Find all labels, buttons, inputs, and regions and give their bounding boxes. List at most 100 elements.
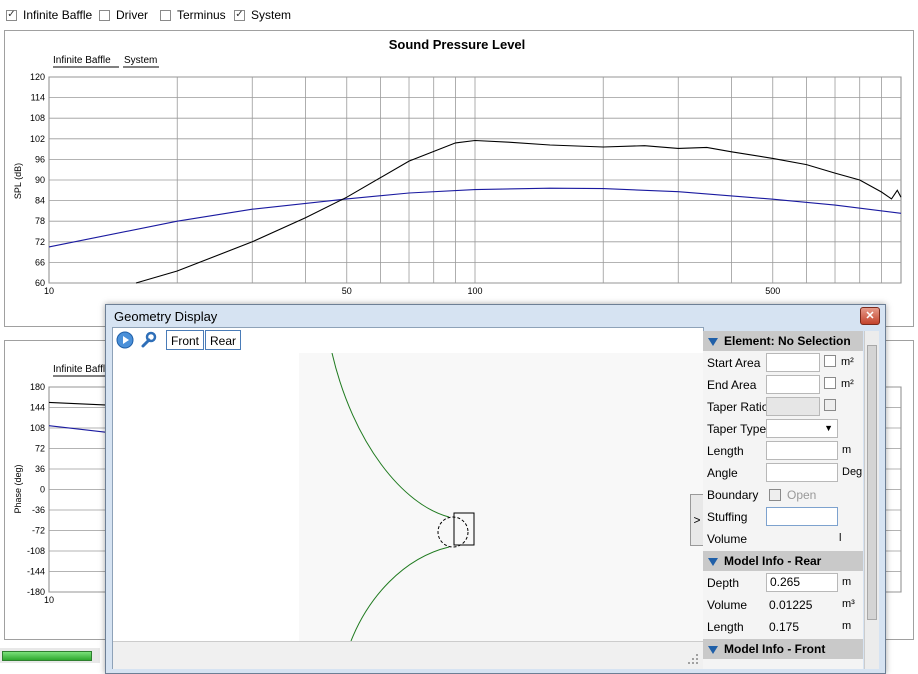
y-tick-label: 144 [30,403,45,413]
checkbox-label: System [251,8,292,22]
collapse-triangle-icon [708,645,718,654]
length-label: Length [707,444,744,458]
rear-section-header[interactable]: Model Info - Rear [703,551,863,571]
start-area-checkbox[interactable] [824,355,836,367]
section-title: Model Info - Rear [724,554,822,568]
taper-ratio-checkbox[interactable] [824,399,836,411]
x-tick-label: 10 [44,286,54,296]
angle-label: Angle [707,466,738,480]
wrench-icon[interactable] [139,331,157,349]
unit-label: m² [841,356,854,368]
chart-grid [48,76,902,284]
chart-title: Sound Pressure Level [389,37,526,52]
y-tick-label: 78 [35,216,45,226]
y-tick-label: -144 [27,567,45,577]
y-tick-label: 96 [35,154,45,164]
angle-input[interactable] [766,463,838,482]
y-tick-label: 72 [35,237,45,247]
checkbox-driver[interactable]: Driver [99,8,148,22]
stuffing-label: Stuffing [707,510,748,524]
boundary-open-checkbox[interactable] [769,489,781,501]
taper-type-select[interactable]: ▼ [766,419,838,438]
dialog-title: Geometry Display [114,309,218,324]
close-button[interactable]: ✕ [860,307,880,325]
unit-label: m [842,576,852,588]
end-area-input[interactable] [766,375,820,394]
y-axis-label: SPL (dB) [13,163,23,199]
y-tick-label: 0 [40,485,45,495]
length-input[interactable] [766,441,838,460]
taper-ratio-input[interactable] [766,397,820,416]
y-axis-label: Phase (deg) [13,464,23,513]
y-tick-label: 66 [35,257,45,267]
y-tick-label: 120 [30,72,45,82]
spl-chart: Sound Pressure Level Infinite Baffle Sys… [13,37,902,296]
unit-label: m [842,444,852,456]
dropdown-arrow-icon: ▼ [824,423,833,433]
tab-rear[interactable]: Rear [205,330,242,350]
chart-tab-system[interactable]: System [124,55,157,66]
y-tick-label: 90 [35,175,45,185]
panel-expander-button[interactable]: > [690,494,704,546]
y-tick-label: -108 [27,546,45,556]
y-tick-label: 84 [35,196,45,206]
depth-label: Depth [707,576,740,590]
checkbox-infinite-baffle[interactable]: ✓ Infinite Baffle [6,8,92,22]
resize-grip-icon[interactable] [687,653,699,665]
check-icon: ✓ [7,9,16,20]
unit-label: Deg [842,466,863,478]
rear-length-value: 0.175 [769,620,800,634]
geometry-canvas[interactable] [113,352,703,642]
geometry-view: Front Rear > [112,327,704,669]
collapse-triangle-icon [708,557,718,566]
chart-tab-infinite-baffle[interactable]: Infinite Baffle [53,364,111,375]
checkbox-box[interactable] [160,9,171,21]
x-tick-label: 10 [44,595,54,605]
unit-label: m³ [842,598,855,610]
depth-input[interactable]: 0.265 [766,573,838,592]
scrollbar-thumb[interactable] [867,345,877,620]
element-section-header[interactable]: Element: No Selection [703,331,863,351]
checkbox-label: Infinite Baffle [23,8,93,22]
status-progress [0,648,100,663]
start-area-label: Start Area [707,356,761,370]
rear-length-label: Length [707,620,744,634]
geometry-toolbar: Front Rear [113,328,703,352]
collapse-triangle-icon [708,337,718,346]
x-tick-label: 100 [467,286,482,296]
series-toggle-bar: ✓ Infinite Baffle Driver Terminus ✓ Syst… [0,0,918,30]
stuffing-input[interactable] [766,507,838,526]
y-tick-label: 72 [35,444,45,454]
boundary-label: Boundary [707,488,759,502]
properties-panel: Element: No Selection Start Area m² End … [703,331,863,669]
checkbox-system[interactable]: ✓ System [234,8,291,22]
taper-type-label: Taper Type [707,422,767,436]
check-icon: ✓ [235,9,244,20]
spl-chart-panel: Sound Pressure Level Infinite Baffle Sys… [4,30,914,327]
y-tick-label: 180 [30,382,45,392]
geometry-footer [113,641,703,669]
section-title: Element: No Selection [724,334,851,348]
checkbox-box[interactable]: ✓ [234,9,245,21]
checkbox-label: Terminus [177,8,226,22]
front-section-header[interactable]: Model Info - Front [703,639,863,659]
y-tick-label: 114 [31,93,45,103]
y-tick-label: 108 [30,423,45,433]
y-tick-label: -36 [32,505,45,515]
y-tick-label: 102 [30,134,45,144]
rear-volume-label: Volume [707,598,748,612]
end-area-checkbox[interactable] [824,377,836,389]
checkbox-box[interactable]: ✓ [6,9,17,21]
chart-tab-infinite-baffle[interactable]: Infinite Baffle [53,55,111,66]
checkbox-terminus[interactable]: Terminus [160,8,226,22]
end-area-label: End Area [707,378,757,392]
x-tick-label: 50 [342,286,352,296]
play-icon[interactable] [116,331,134,349]
tab-front[interactable]: Front [166,330,205,350]
unit-label: m [842,620,852,632]
checkbox-box[interactable] [99,9,110,21]
start-area-input[interactable] [766,353,820,372]
properties-scrollbar[interactable] [864,331,879,669]
progress-fill [2,651,92,661]
horn-drawing [299,352,703,642]
